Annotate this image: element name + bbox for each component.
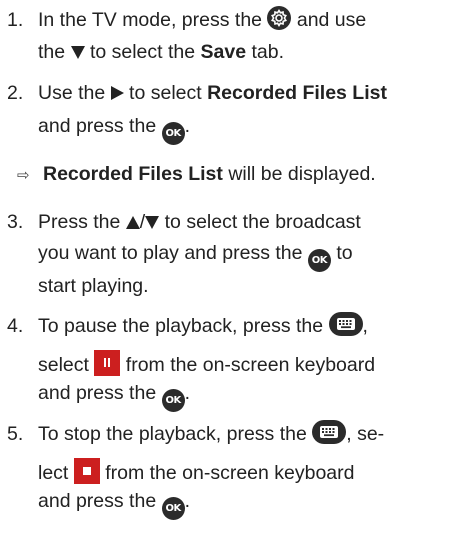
step-number: 4. bbox=[7, 315, 24, 337]
keyboard-button-icon bbox=[328, 312, 363, 344]
step-text: Press the / to select the broadcast you … bbox=[38, 209, 361, 297]
stop-key-icon bbox=[73, 458, 100, 484]
down-arrow-icon bbox=[70, 39, 85, 67]
ok-button-icon: OK bbox=[161, 497, 185, 520]
right-arrow-icon bbox=[110, 80, 124, 108]
down-arrow-icon bbox=[145, 209, 160, 237]
step-text: To stop the playback, press the , se- le… bbox=[38, 420, 460, 520]
step-number: 5. bbox=[7, 423, 24, 445]
ok-button-icon: OK bbox=[161, 122, 185, 145]
step-2-result: ⇨ Recorded Files List will be displayed. bbox=[17, 160, 376, 189]
ok-button-icon: OK bbox=[161, 389, 185, 412]
ok-button-icon: OK bbox=[307, 249, 331, 272]
step-text: To pause the playback, press the , selec… bbox=[38, 312, 460, 412]
step-text: In the TV mode, press the and use the to… bbox=[38, 6, 460, 67]
keyboard-button-icon bbox=[312, 420, 347, 452]
step-number: 1. bbox=[7, 9, 24, 31]
result-arrow-icon: ⇨ bbox=[17, 166, 30, 184]
step-number: 2. bbox=[7, 82, 24, 104]
pause-key-icon bbox=[94, 350, 121, 376]
up-arrow-icon bbox=[125, 209, 140, 237]
step-text: Use the to select Recorded Files List an… bbox=[38, 79, 460, 145]
settings-gear-icon bbox=[267, 6, 292, 38]
step-number: 3. bbox=[7, 211, 24, 233]
